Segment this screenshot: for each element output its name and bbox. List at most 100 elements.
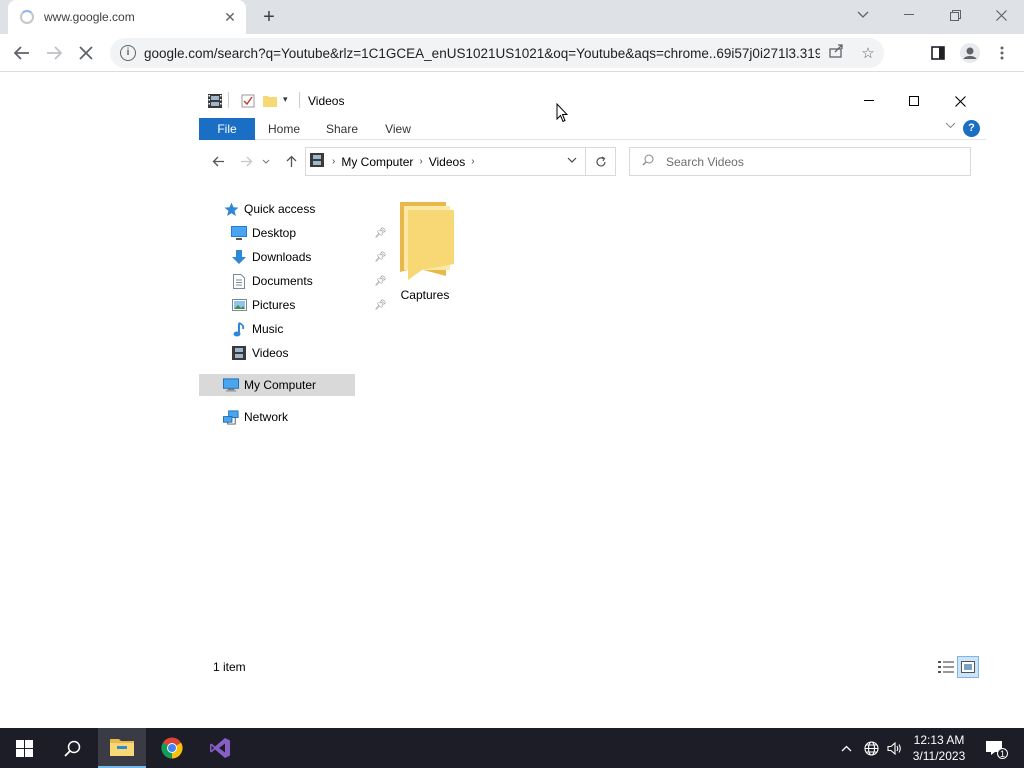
address-history-dropdown-icon[interactable]: [567, 154, 577, 166]
browser-restore-button[interactable]: [932, 0, 978, 30]
folder-item[interactable]: Captures: [389, 198, 461, 302]
share-icon[interactable]: [820, 44, 852, 62]
documents-icon: [231, 273, 247, 289]
file-list: Captures: [379, 198, 979, 598]
taskbar: 12:13 AM 3/11/2023 1: [0, 728, 1024, 768]
nav-item-label: Documents: [252, 274, 313, 288]
nav-quick-access[interactable]: Quick access: [223, 198, 315, 220]
titlebar-divider: [299, 92, 300, 108]
folder-name: Captures: [400, 288, 450, 302]
back-arrow-icon[interactable]: [8, 39, 36, 67]
nav-item-label: Downloads: [252, 250, 312, 264]
status-item-count: 1 item: [213, 660, 246, 674]
browser-menu-icon[interactable]: [988, 39, 1016, 67]
refresh-icon[interactable]: [586, 147, 616, 176]
side-panel-icon[interactable]: [924, 39, 952, 67]
browser-tab[interactable]: www.google.com ✕: [8, 0, 246, 34]
mouse-cursor-icon: [556, 102, 569, 126]
explorer-address-bar[interactable]: › My Computer › Videos ›: [305, 147, 586, 176]
videos-icon: [231, 345, 247, 361]
up-arrow-icon[interactable]: [280, 151, 302, 171]
system-clock[interactable]: 12:13 AM 3/11/2023: [900, 732, 978, 764]
visual-studio-taskbar-icon[interactable]: [196, 728, 244, 768]
clock-time: 12:13 AM: [913, 733, 965, 747]
chrome-taskbar-icon[interactable]: [148, 728, 196, 768]
tab-view[interactable]: View: [373, 118, 423, 140]
nav-item-videos[interactable]: Videos: [231, 342, 355, 364]
network-icon: [223, 409, 239, 425]
taskbar-search-icon[interactable]: [48, 728, 96, 768]
tab-share[interactable]: Share: [317, 118, 367, 140]
explorer-maximize-button[interactable]: [891, 86, 937, 116]
navigation-pane: Quick access Desktop 📌︎ Downloads 📌︎ Doc…: [199, 198, 387, 528]
address-bar[interactable]: i google.com/search?q=Youtube&rlz=1C1GCE…: [110, 38, 884, 68]
nav-item-label: Videos: [252, 346, 289, 360]
pictures-icon: [231, 297, 247, 313]
tab-home[interactable]: Home: [259, 118, 309, 140]
nav-my-computer[interactable]: My Computer: [199, 374, 355, 396]
browser-toolbar: i google.com/search?q=Youtube&rlz=1C1GCE…: [0, 34, 1024, 72]
notification-center-icon[interactable]: 1: [980, 728, 1008, 768]
tab-title: www.google.com: [44, 10, 135, 24]
nav-quick-access-label: Quick access: [244, 202, 316, 216]
help-icon[interactable]: ?: [963, 120, 980, 137]
folder-icon: [400, 202, 454, 280]
recent-locations-dropdown-icon[interactable]: [260, 151, 272, 171]
browser-tabstrip: www.google.com ✕ +: [0, 0, 1024, 34]
nav-item-label: Desktop: [252, 226, 297, 240]
breadcrumb-separator-icon[interactable]: ›: [419, 156, 422, 167]
window-title: Videos: [308, 94, 345, 108]
expand-ribbon-chevron-icon[interactable]: [945, 121, 956, 132]
explorer-back-icon[interactable]: [207, 151, 229, 171]
windows-start-icon[interactable]: [0, 728, 48, 768]
explorer-titlebar: ▾ Videos: [199, 86, 986, 116]
search-box[interactable]: [629, 147, 971, 176]
forward-arrow-icon[interactable]: [40, 39, 68, 67]
nav-item-label: Music: [252, 322, 284, 336]
nav-item-music[interactable]: Music: [231, 318, 355, 340]
stop-loading-icon[interactable]: [72, 39, 100, 67]
film-strip-icon: [208, 94, 222, 108]
nav-item-downloads[interactable]: Downloads 📌︎: [231, 246, 387, 268]
site-info-icon[interactable]: i: [120, 45, 136, 61]
nav-item-pictures[interactable]: Pictures 📌︎: [231, 294, 387, 316]
new-tab-button[interactable]: +: [257, 6, 281, 28]
properties-checkmark-icon[interactable]: [241, 94, 255, 108]
browser-close-button[interactable]: [978, 0, 1024, 30]
tab-search-icon[interactable]: [840, 0, 886, 30]
network-globe-icon[interactable]: [860, 728, 882, 768]
search-icon: [642, 154, 654, 169]
desktop-icon: [231, 225, 247, 241]
downloads-icon: [231, 249, 247, 265]
nav-network[interactable]: Network: [223, 406, 288, 428]
file-explorer-window: ▾ Videos File Home Share View ? › My Com…: [199, 86, 986, 686]
tab-file[interactable]: File: [199, 118, 255, 140]
browser-minimize-button[interactable]: [886, 0, 932, 30]
nav-item-label: Pictures: [252, 298, 296, 312]
explorer-forward-icon[interactable]: [235, 151, 257, 171]
new-folder-icon[interactable]: [263, 94, 277, 108]
ribbon-tabs: File Home Share View ?: [199, 118, 986, 140]
tab-close-icon[interactable]: ✕: [220, 7, 240, 27]
profile-avatar[interactable]: [956, 39, 984, 67]
search-input[interactable]: [666, 154, 946, 169]
nav-item-documents[interactable]: Documents 📌︎: [231, 270, 387, 292]
large-icons-view-icon[interactable]: [957, 656, 979, 678]
explorer-minimize-button[interactable]: [846, 86, 892, 116]
explorer-navigation-bar: › My Computer › Videos ›: [199, 146, 986, 176]
titlebar-divider: [228, 92, 229, 108]
details-view-icon[interactable]: [935, 656, 957, 678]
breadcrumb-separator-icon[interactable]: ›: [471, 156, 474, 167]
bookmark-star-icon[interactable]: ☆: [852, 44, 884, 62]
breadcrumb-my-computer[interactable]: My Computer: [341, 155, 413, 169]
file-explorer-taskbar-icon[interactable]: [98, 728, 146, 768]
clock-date: 3/11/2023: [912, 749, 966, 763]
nav-my-computer-label: My Computer: [244, 378, 317, 392]
breadcrumb-separator-icon[interactable]: ›: [332, 156, 335, 167]
customize-toolbar-dropdown-icon[interactable]: ▾: [283, 94, 297, 108]
nav-item-desktop[interactable]: Desktop 📌︎: [231, 222, 387, 244]
computer-icon: [223, 377, 239, 393]
show-hidden-icons-chevron-icon[interactable]: [836, 728, 856, 768]
explorer-close-button[interactable]: [937, 86, 983, 116]
breadcrumb-videos[interactable]: Videos: [429, 155, 465, 169]
